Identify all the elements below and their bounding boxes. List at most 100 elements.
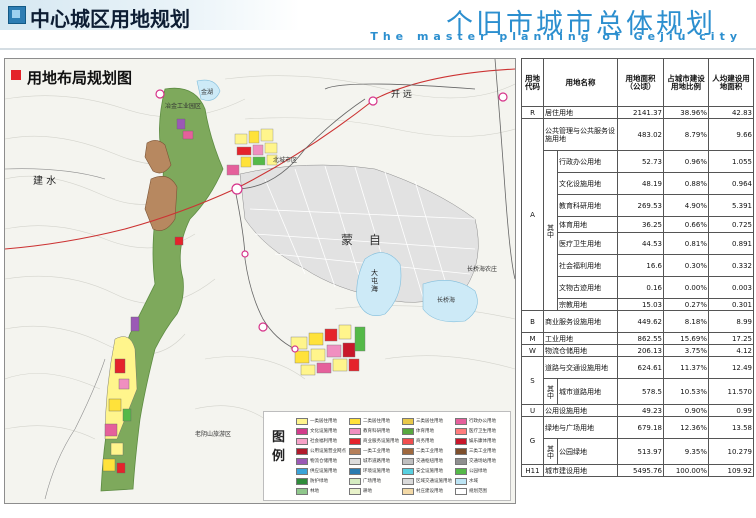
- legend-label: 社会福利用地: [310, 439, 337, 444]
- legend-label: 公园绿地: [469, 469, 487, 474]
- legend-label: 三类居住用地: [416, 419, 443, 424]
- legend-item: 二类居住用地: [349, 416, 402, 426]
- header-name: 用地名称: [543, 58, 618, 107]
- row-area: 44.53: [617, 232, 664, 255]
- row-per-capita: 1.055: [708, 150, 754, 173]
- row-per-capita: 17.25: [708, 332, 754, 345]
- legend-label: 交通场站用地: [469, 459, 496, 464]
- row-per-capita: 13.58: [708, 416, 754, 439]
- table-row: B 商业服务设施用地 449.62 8.18% 8.99: [521, 310, 754, 333]
- row-per-capita: 4.12: [708, 344, 754, 357]
- legend-swatch: [455, 467, 467, 475]
- row-per-capita: 0.99: [708, 404, 754, 417]
- row-ratio: 0.96%: [663, 150, 709, 173]
- table-row: R 居住用地 2141.37 38.96% 42.83: [521, 106, 754, 119]
- legend-item: 二类工业用地: [402, 446, 455, 456]
- legend-item: 娱乐康体用地: [455, 436, 508, 446]
- row-code: H11: [521, 464, 544, 477]
- legend-item: 三类工业用地: [455, 446, 508, 456]
- row-area: 449.62: [617, 310, 664, 333]
- project-title-english: The master planning of Gejiu city: [370, 30, 742, 43]
- legend-label: 一类工业用地: [363, 449, 390, 454]
- row-sub-name: 教育科研用地: [557, 194, 618, 217]
- table-header-row: 用地代码 用地名称 用地面积（公顷） 占城市建设用地比例 人均建设用地面积: [521, 58, 754, 107]
- table-row: 其中 行政办公用地 52.73 0.96% 1.055: [522, 150, 754, 311]
- place-jinhu: 金湖: [201, 89, 214, 96]
- land-use-table-panel: 用地代码 用地名称 用地面积（公顷） 占城市建设用地比例 人均建设用地面积 R居…: [521, 58, 754, 477]
- row-sub-name: 行政办公用地: [557, 150, 618, 173]
- legend-swatch: [296, 417, 308, 425]
- row-area: 0.16: [617, 276, 664, 299]
- row-area: 2141.37: [617, 106, 664, 119]
- map-title: 用地布局规划图: [27, 69, 133, 87]
- legend-swatch: [349, 477, 361, 485]
- legend-swatch: [402, 477, 414, 485]
- row-code: S: [521, 356, 544, 405]
- place-datunhai: 大 屯 海: [371, 269, 378, 293]
- header-ratio: 占城市建设用地比例: [663, 58, 709, 107]
- legend-item: 商务用地: [402, 436, 455, 446]
- row-ratio: 0.90%: [663, 404, 709, 417]
- table-row: 其中 城市道路用地 578.5 10.53% 11.570: [522, 378, 754, 405]
- legend-swatch: [296, 447, 308, 455]
- row-subgroup-label: 其中: [543, 438, 558, 465]
- legend-swatch: [402, 417, 414, 425]
- legend-swatch: [455, 457, 467, 465]
- legend-item: 社会福利用地: [296, 436, 349, 446]
- legend-swatch: [349, 427, 361, 435]
- row-sub-name: 公园绿地: [557, 438, 618, 465]
- legend-item: 行政办公用地: [455, 416, 508, 426]
- legend-swatch: [349, 487, 361, 495]
- legend-swatch: [296, 437, 308, 445]
- place-north-district: 北城市区: [273, 157, 298, 164]
- map-title-marker: [11, 70, 21, 80]
- legend-item: 村庄建设用地: [402, 486, 455, 496]
- row-ratio: 12.36%: [663, 416, 709, 439]
- row-code: W: [521, 344, 544, 357]
- legend-item: 医疗卫生用地: [455, 426, 508, 436]
- legend-item: 供应设施用地: [296, 466, 349, 476]
- row-sub-name: 体育用地: [557, 216, 618, 233]
- table-row: H11 城市建设用地 5495.76 100.00% 109.92: [521, 464, 754, 477]
- legend-item: 城市道路用地: [349, 456, 402, 466]
- row-per-capita: 8.99: [708, 310, 754, 333]
- legend-item: 教育科研用地: [349, 426, 402, 436]
- row-name: 道路与交通设施用地: [543, 356, 618, 379]
- legend-label: 医疗卫生用地: [469, 429, 496, 434]
- place-mengzi: 蒙 自: [341, 233, 387, 247]
- row-area: 679.18: [617, 416, 664, 439]
- legend-label: 物流仓储用地: [310, 459, 337, 464]
- row-code: A: [521, 118, 544, 311]
- table-row: S 道路与交通设施用地 624.61 11.37% 12.49: [521, 356, 754, 405]
- legend-label: 安全设施用地: [416, 469, 443, 474]
- legend-item: 环境设施用地: [349, 466, 402, 476]
- row-per-capita: 0.003: [708, 276, 754, 299]
- legend-item: 商业服务设施用地: [349, 436, 402, 446]
- row-sub-name: 宗教用地: [557, 298, 618, 311]
- legend-label: 区域交通设施用地: [416, 479, 452, 484]
- legend-label: 文化设施用地: [310, 429, 337, 434]
- row-area: 16.6: [617, 254, 664, 277]
- row-name: 公共管理与公共服务设施用地: [543, 118, 618, 151]
- row-sub-name: 文物古迹用地: [557, 276, 618, 299]
- place-changqiaohai: 长桥海: [437, 297, 456, 304]
- legend-swatch: [455, 477, 467, 485]
- header-per-capita: 人均建设用地面积: [708, 58, 754, 107]
- legend-item: 规划范围: [455, 486, 508, 496]
- table-row: A 公共管理与公共服务设施用地 483.02 8.79% 9.66: [521, 118, 754, 311]
- row-area: 483.02: [617, 118, 664, 151]
- row-code: U: [521, 404, 544, 417]
- legend-label: 二类居住用地: [363, 419, 390, 424]
- header-area: 用地面积（公顷）: [617, 58, 664, 107]
- legend-label: 供应设施用地: [310, 469, 337, 474]
- legend-swatch: [402, 467, 414, 475]
- row-area: 269.53: [617, 194, 664, 217]
- table-row: U 公用设施用地 49.23 0.90% 0.99: [521, 404, 754, 417]
- row-ratio: 9.35%: [663, 438, 709, 465]
- land-use-map: 用地布局规划图 建 水 蒙 自 大 屯 海 长桥海 开 远 金湖 老阴山旅游区 …: [4, 58, 516, 504]
- row-ratio: 0.88%: [663, 172, 709, 195]
- row-per-capita: 0.301: [708, 298, 754, 311]
- table-row: M 工业用地 862.55 15.69% 17.25: [521, 332, 754, 345]
- table-row: 其中 公园绿地 513.97 9.35% 10.279: [522, 438, 754, 465]
- row-ratio: 100.00%: [663, 464, 709, 477]
